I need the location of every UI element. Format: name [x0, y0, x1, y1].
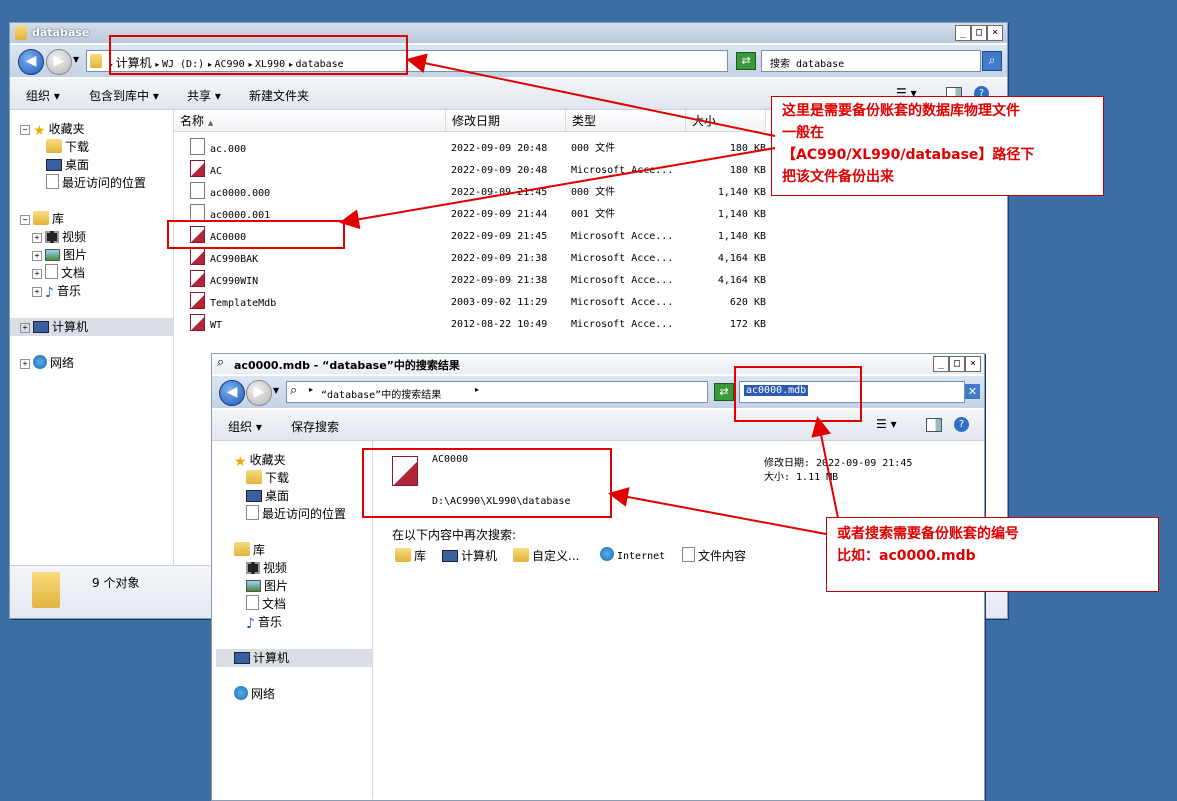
arrow-to-file: [339, 147, 776, 230]
annotation-arrows: [339, 53, 839, 535]
arrow-to-address: [406, 53, 776, 137]
arrow-to-result: [608, 487, 827, 535]
arrow-to-search: [811, 416, 839, 519]
